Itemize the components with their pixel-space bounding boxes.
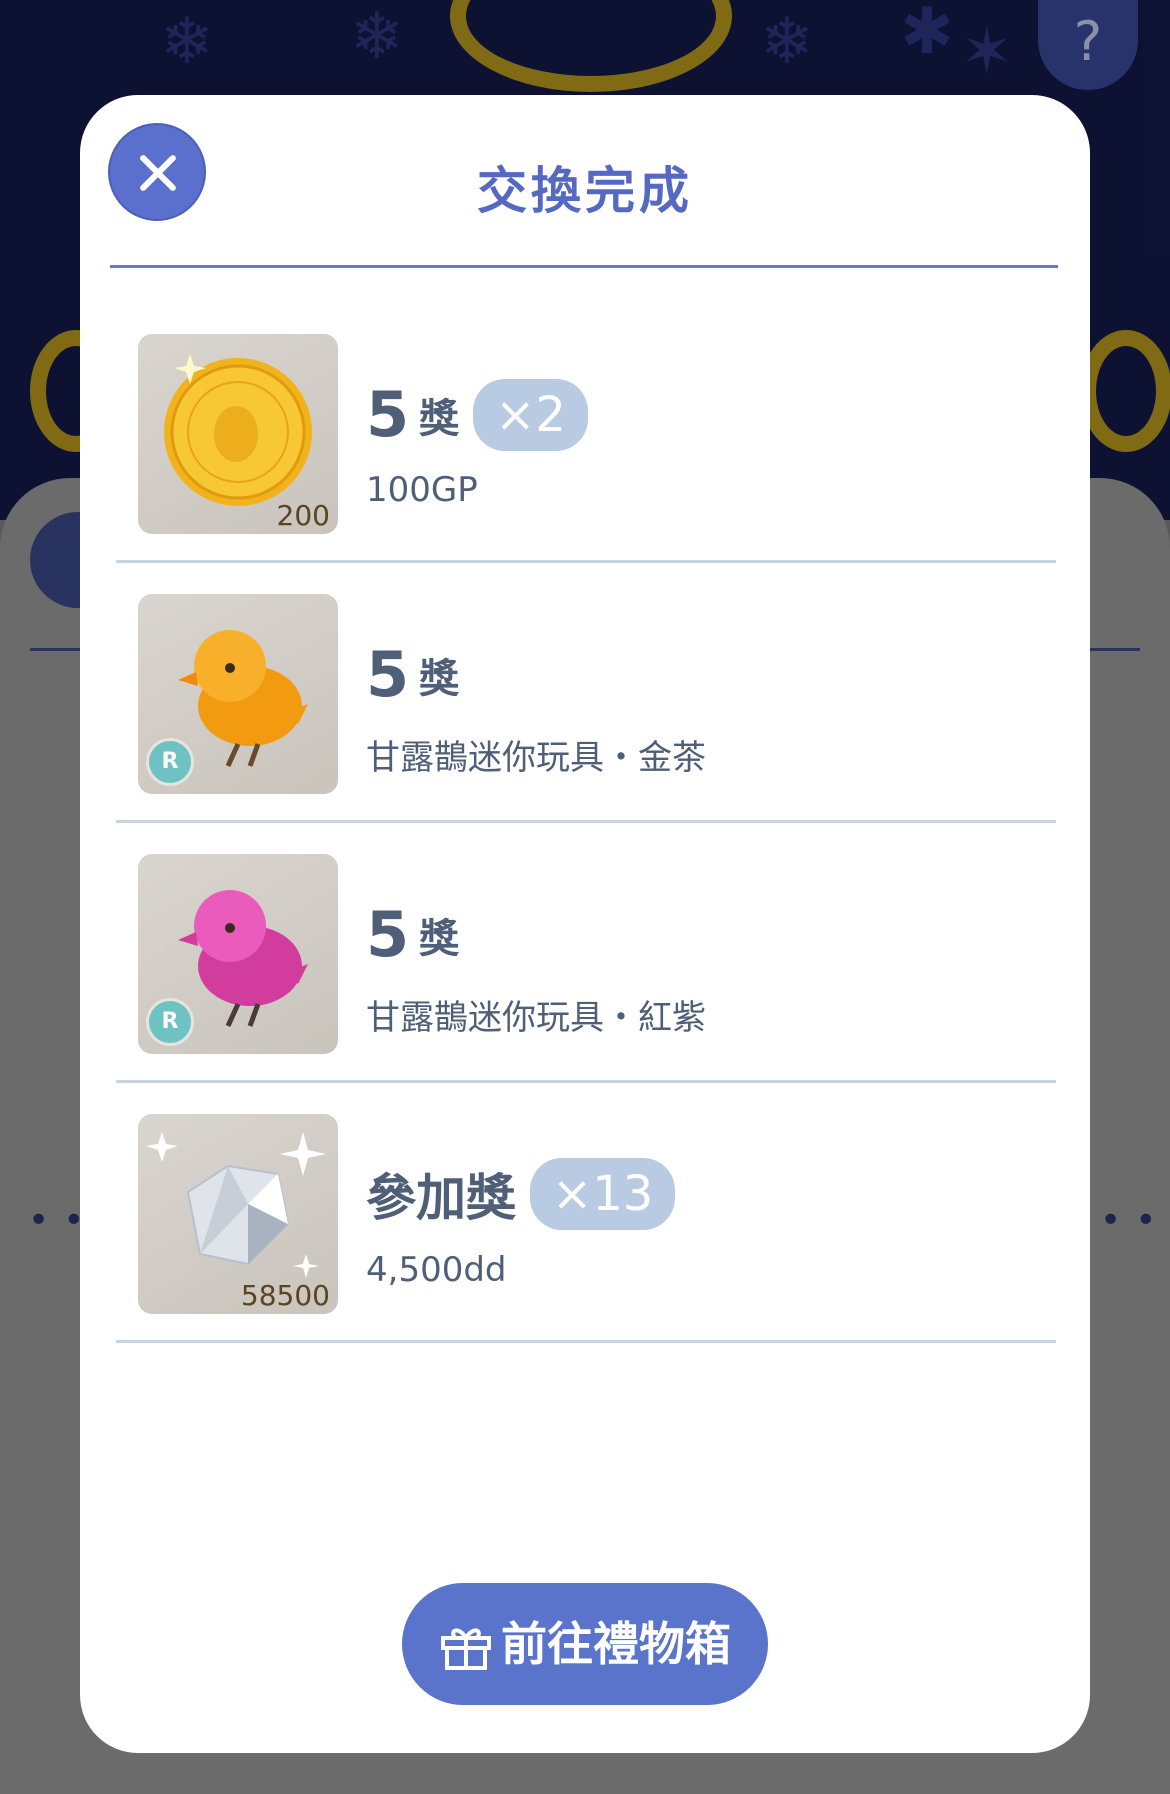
reward-item: R 5獎 甘露鵲迷你玩具・紅紫 [116,820,1056,1083]
gift-icon [441,1628,491,1670]
reward-item: 200 5 獎 ×2 100GP [116,300,1056,563]
reward-thumbnail: 200 [138,334,338,534]
prize-row: 5 獎 ×2 [366,378,588,451]
prize-label: 獎 [419,395,460,442]
prize-label: 參加獎 [366,1169,516,1227]
reward-description: 甘露鵲迷你玩具・金茶 [366,738,706,778]
rarity-badge: R [146,998,194,1046]
reward-thumbnail: R [138,854,338,1054]
quantity-label: 200 [276,499,330,532]
reward-item: R 5獎 甘露鵲迷你玩具・金茶 [116,560,1056,823]
reward-thumbnail: R [138,594,338,794]
prize-row: 5獎 [366,898,460,971]
rarity-badge: R [146,738,194,786]
prize-number: 5 [366,898,410,971]
dialog-title: 交換完成 [477,162,693,220]
gift-button-label: 前往禮物箱 [501,1617,731,1671]
reward-description: 甘露鵲迷你玩具・紅紫 [366,998,706,1038]
title-divider [110,265,1058,268]
prize-row: 參加獎 ×13 [366,1158,676,1230]
prize-label: 獎 [419,655,460,702]
reward-item: 58500 參加獎 ×13 4,500dd [116,1080,1056,1343]
prize-number: 5 [366,378,410,451]
reward-description: 100GP [366,470,478,510]
exchange-complete-dialog: 交換完成 200 5 獎 ×2 100GP R 5 獎 甘露鵲迷你玩具・金茶 R… [80,95,1090,1753]
go-to-gift-box-button[interactable]: 前往禮物箱 [402,1583,768,1705]
reward-thumbnail: 58500 [138,1114,338,1314]
prize-number: 5 [366,638,410,711]
quantity-label: 58500 [240,1279,330,1312]
count-badge: ×13 [530,1158,676,1230]
reward-description: 4,500dd [366,1250,507,1290]
prize-row: 5獎 [366,638,460,711]
prize-label: 獎 [419,915,460,962]
count-badge: ×2 [473,378,588,451]
